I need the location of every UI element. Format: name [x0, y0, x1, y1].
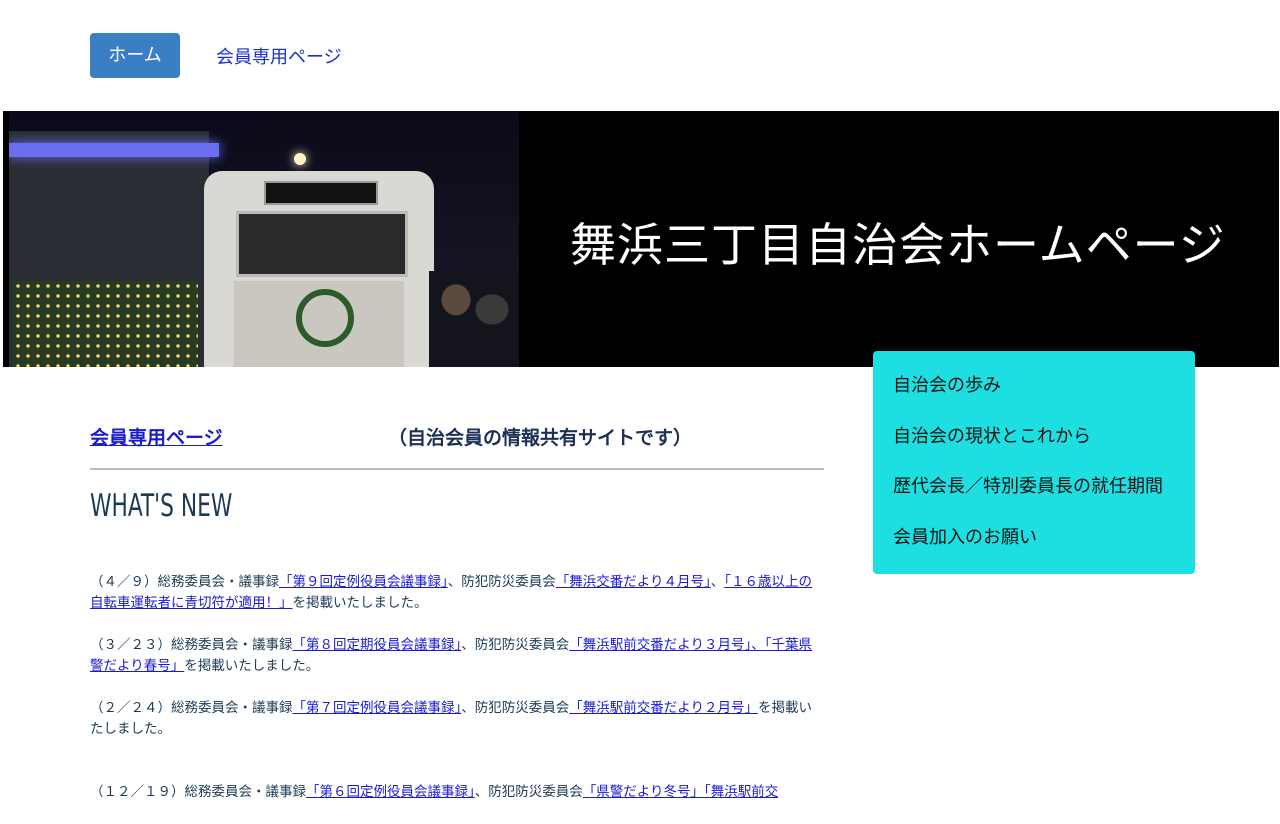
side-menu-item-join[interactable]: 会員加入のお願い: [873, 513, 1195, 564]
hero-photo: [9, 111, 519, 367]
top-nav: ホーム 会員専用ページ: [90, 33, 342, 78]
news-link[interactable]: 「第９回定例役員会議事録」: [279, 574, 448, 590]
member-row: 会員専用ページ （自治会員の情報共有サイトです）: [90, 420, 824, 452]
divider: [90, 468, 824, 470]
news-link[interactable]: 「舞浜駅前交番だより２月号」: [569, 700, 758, 716]
side-menu-item-history[interactable]: 自治会の歩み: [873, 361, 1195, 412]
news-list: （４／９）総務委員会・議事録「第９回定例役員会議事録」、防犯防災委員会「舞浜交番…: [90, 572, 824, 824]
news-link[interactable]: 「第８回定期役員会議事録」: [293, 637, 462, 653]
side-menu-item-status[interactable]: 自治会の現状とこれから: [873, 412, 1195, 463]
member-page-note: （自治会員の情報共有サイトです）: [388, 427, 693, 449]
side-menu: 自治会の歩み 自治会の現状とこれから 歴代会長／特別委員長の就任期間 会員加入の…: [873, 351, 1195, 574]
crowd-illustration: [429, 271, 519, 367]
news-item: （２／２４）総務委員会・議事録「第７回定例役員会議事録」、防犯防災委員会「舞浜駅…: [90, 700, 812, 737]
main-content: 会員専用ページ （自治会員の情報共有サイトです） WHAT'S NEW （４／９…: [90, 420, 824, 800]
hero-banner: 舞浜三丁目自治会ホームページ: [3, 111, 1279, 367]
news-link[interactable]: 「第７回定例役員会議事録」: [293, 700, 462, 716]
news-link[interactable]: 「第６回定例役員会議事録」: [306, 784, 475, 800]
news-link[interactable]: 「県警だより冬号」: [583, 784, 704, 800]
nav-home-button[interactable]: ホーム: [90, 33, 180, 78]
nav-member-link[interactable]: 会員専用ページ: [216, 43, 342, 69]
news-item: （３／２３）総務委員会・議事録「第８回定期役員会議事録」、防犯防災委員会「舞浜駅…: [90, 637, 812, 674]
page-title: 舞浜三丁目自治会ホームページ: [570, 218, 1226, 272]
house-illustration: [9, 131, 219, 367]
side-menu-item-chairs[interactable]: 歴代会長／特別委員長の就任期間: [873, 462, 1195, 513]
whats-new-heading: WHAT'S NEW: [90, 488, 233, 524]
news-item: （４／９）総務委員会・議事録「第９回定例役員会議事録」、防犯防災委員会「舞浜交番…: [90, 574, 812, 611]
bus-illustration: [204, 153, 434, 367]
wreath-icon: [296, 289, 354, 347]
member-page-link[interactable]: 会員専用ページ: [90, 423, 223, 450]
news-link[interactable]: 「舞浜交番だより４月号」: [556, 574, 711, 590]
news-link[interactable]: 「舞浜駅前交番だより３月号」、: [569, 637, 764, 653]
news-link[interactable]: 「舞浜駅前交: [704, 784, 778, 800]
